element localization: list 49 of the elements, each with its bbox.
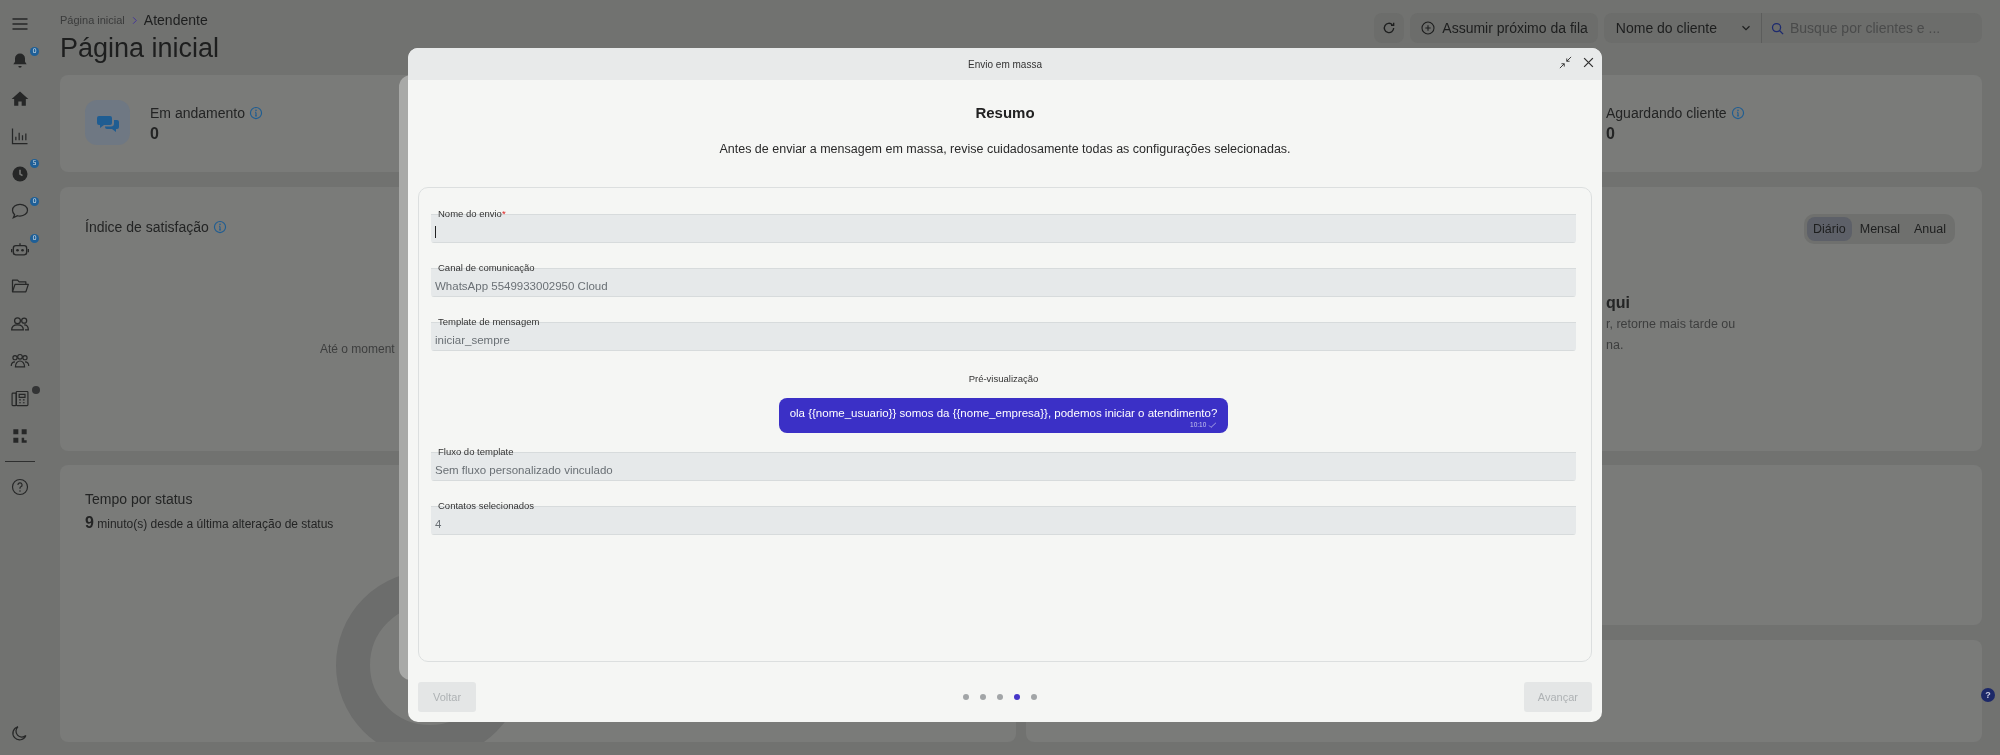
period-tab[interactable]: Mensal (1853, 217, 1906, 241)
page-title: Página inicial (60, 33, 220, 64)
plus-circle-icon (1420, 20, 1437, 36)
dialog-title: Envio em massa (968, 58, 1042, 70)
help-button[interactable]: ? (1981, 688, 1995, 702)
card-title: Tempo por status (85, 491, 193, 507)
stat-label: Aguardando cliente (1606, 105, 1727, 121)
minimize-button[interactable] (1558, 55, 1573, 70)
text-field[interactable]: Fluxo do template Sem fluxo personalizado vinculado (431, 446, 1576, 481)
bar-chart-icon (10, 126, 30, 147)
stat-label: Em andamento (150, 105, 245, 121)
info-icon (212, 220, 227, 234)
stat-value: 0 (150, 125, 160, 143)
field-label: Template de mensagem (438, 316, 540, 328)
message-text: ola {{nome_usuario}} somos da {{nome_empresa}}, podemos iniciar o atendimento? (789, 406, 1218, 420)
text-field[interactable]: Canal de comunicação WhatsApp 5549933002950 Cloud (431, 262, 1576, 297)
info-icon (1730, 106, 1745, 120)
queue-button[interactable]: Assumir próximo da fila (1410, 13, 1598, 43)
period-tab[interactable]: Diário (1807, 217, 1852, 241)
status-time-text: 9 minuto(s) desde a última alteração de status (85, 514, 334, 532)
period-tab[interactable]: Anual (1908, 217, 1952, 241)
close-icon (1581, 55, 1596, 70)
help-icon (10, 476, 30, 497)
empty-state-title: qui (1606, 294, 1631, 312)
preview-label: Pré-visualização (968, 373, 1039, 385)
breadcrumb-current: Atendente (143, 12, 208, 28)
search-icon (1770, 20, 1785, 36)
check-icon (1208, 420, 1218, 430)
text-field[interactable]: Nome do envio* (431, 208, 1576, 243)
text-field[interactable]: Template de mensagem iniciar_sempre (431, 316, 1576, 351)
stat-value: 0 (1606, 125, 1616, 143)
client-filter-dropdown[interactable]: Nome do cliente (1603, 13, 1762, 43)
text-field[interactable]: Contatos selecionados 4 (431, 500, 1576, 535)
empty-state-text: r, retorne mais tarde ou (1606, 316, 1737, 333)
description-text: Antes de enviar a mensagem em massa, revise cuidadosamente todas as configurações selecionadas. (718, 142, 1292, 157)
empty-state-text: Até o moment (320, 342, 396, 356)
phone-icon (10, 388, 30, 409)
field-label: Nome do envio* (438, 208, 506, 220)
collapse-arrows-icon (1558, 55, 1573, 70)
empty-state-text: na. (1606, 337, 1625, 354)
field-label: Contatos selecionados (438, 500, 535, 512)
card-title: Índice de satisfação (85, 219, 209, 235)
refresh-button[interactable] (1374, 13, 1405, 43)
section-heading: Resumo (974, 104, 1036, 122)
info-icon (248, 106, 263, 120)
chat-bubble-icon (10, 201, 30, 222)
close-button[interactable] (1581, 55, 1596, 70)
field-label: Canal de comunicação (438, 262, 535, 274)
field-label: Fluxo do template (438, 446, 514, 458)
